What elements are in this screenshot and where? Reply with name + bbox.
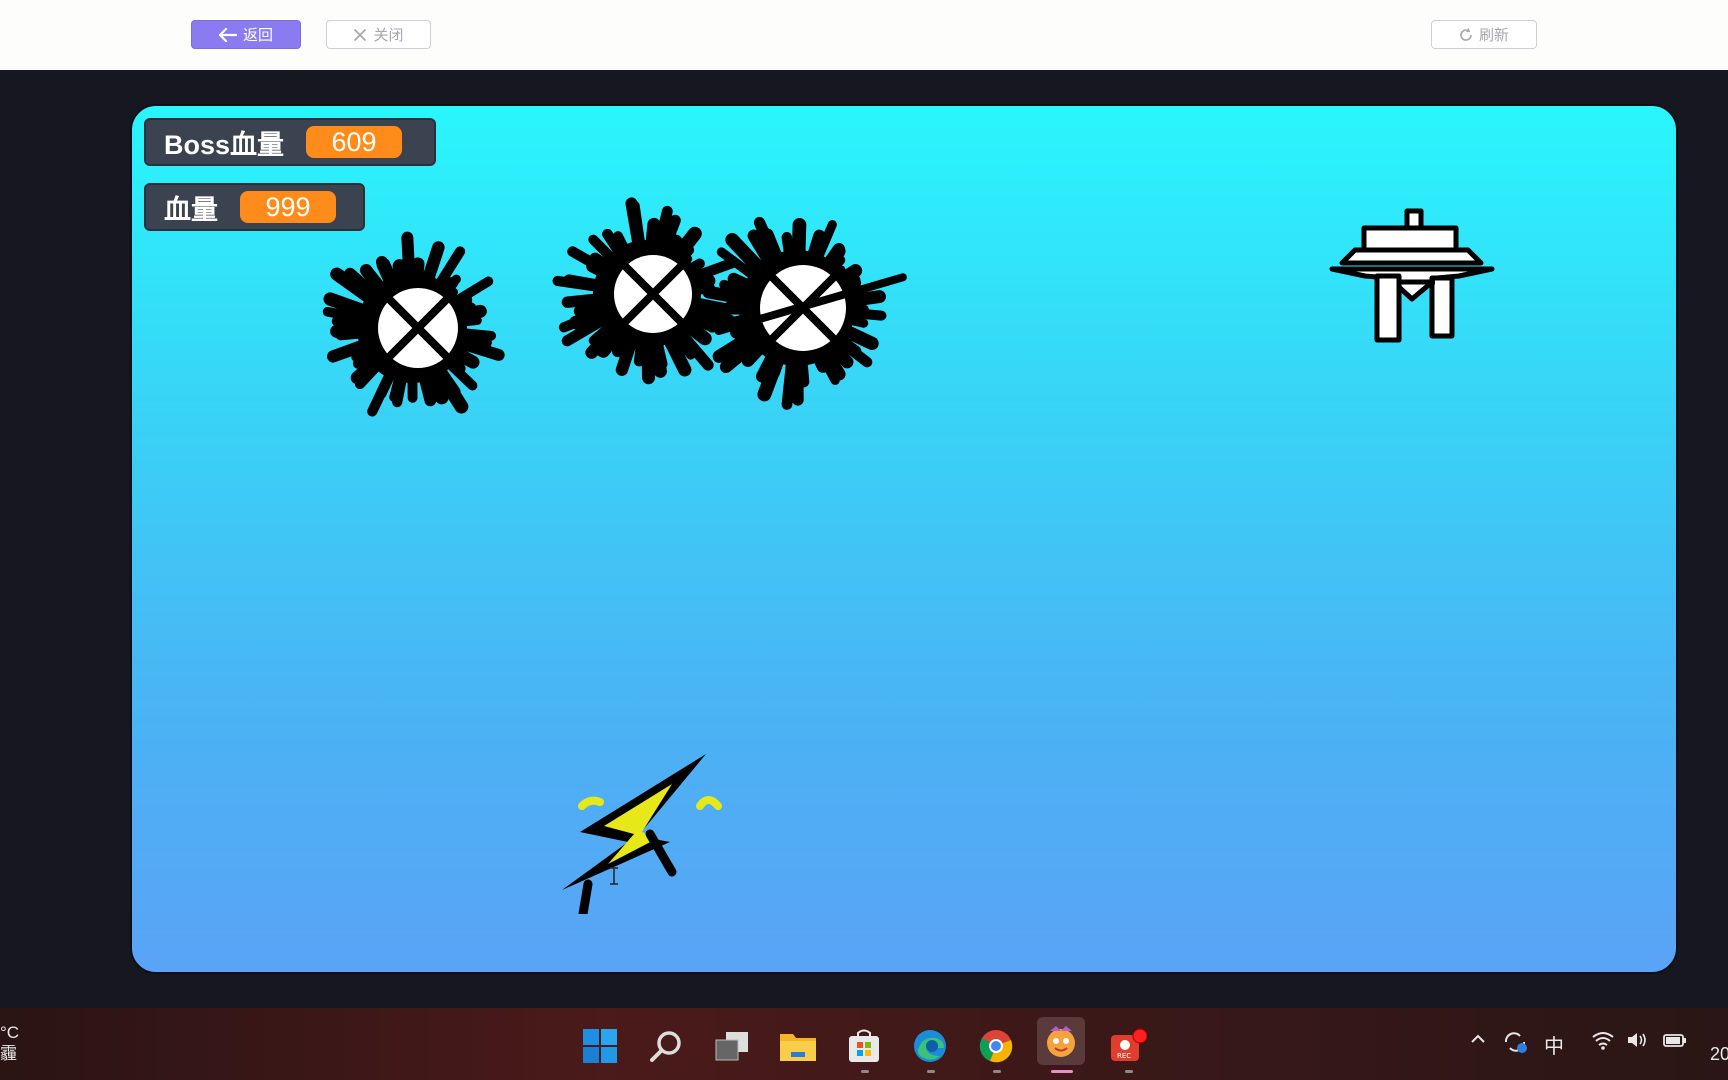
start-icon[interactable] xyxy=(581,1027,619,1065)
refresh-icon xyxy=(1460,27,1472,41)
edge-icon[interactable] xyxy=(911,1027,949,1065)
game-stage[interactable]: Boss血量 609 血量 999 xyxy=(130,104,1678,974)
refresh-button[interactable]: 刷新 xyxy=(1431,20,1537,49)
lightning-player[interactable] xyxy=(552,714,752,914)
store-icon[interactable] xyxy=(845,1027,883,1065)
battery-icon[interactable] xyxy=(1662,1030,1688,1056)
edge-running-indicator xyxy=(927,1070,935,1073)
close-label: 关闭 xyxy=(373,27,404,44)
chevron-up-icon[interactable] xyxy=(1469,1030,1487,1054)
spiky-ball-3[interactable] xyxy=(672,196,932,426)
volume-icon[interactable] xyxy=(1626,1030,1650,1056)
close-icon xyxy=(354,28,367,41)
back-label: 返回 xyxy=(242,27,273,44)
game-app-icon[interactable] xyxy=(1037,1017,1085,1065)
sync-icon[interactable] xyxy=(1502,1030,1528,1060)
chrome-running-indicator xyxy=(993,1070,1001,1073)
wifi-icon[interactable] xyxy=(1591,1030,1615,1056)
file-explorer-icon[interactable] xyxy=(779,1027,817,1065)
refresh-label: 刷新 xyxy=(1478,27,1509,44)
player-hp-label: 血量 xyxy=(164,194,218,225)
boss-hp-value: 609 xyxy=(306,126,403,158)
svg-text:REC: REC xyxy=(1117,1052,1131,1060)
spiky-ball-1[interactable] xyxy=(304,216,524,436)
boss-ship[interactable] xyxy=(1327,206,1497,356)
weather-condition: 霾 xyxy=(0,1044,17,1063)
chrome-icon[interactable] xyxy=(977,1027,1015,1065)
back-button[interactable]: 返回 xyxy=(191,20,301,49)
recorder-icon[interactable]: REC xyxy=(1109,1027,1147,1065)
clock-fragment[interactable]: 20 xyxy=(1710,1044,1728,1065)
arrow-left-icon xyxy=(218,27,237,42)
ime-indicator[interactable]: 中 xyxy=(1544,1030,1564,1059)
store-running-indicator xyxy=(861,1070,869,1073)
game-app-active-indicator xyxy=(1051,1070,1073,1073)
recorder-running-indicator xyxy=(1125,1070,1133,1073)
close-button[interactable]: 关闭 xyxy=(326,20,431,49)
search-icon[interactable] xyxy=(647,1027,685,1065)
boss-hp-label: Boss血量 xyxy=(164,129,285,160)
boss-hp-monitor: Boss血量 609 xyxy=(144,118,436,166)
weather-temp: °C xyxy=(0,1023,20,1042)
top-toolbar: 返回 关闭 刷新 xyxy=(0,0,1728,70)
task-view-icon[interactable] xyxy=(713,1027,751,1065)
weather-widget[interactable]: °C 霾 xyxy=(0,1022,19,1064)
